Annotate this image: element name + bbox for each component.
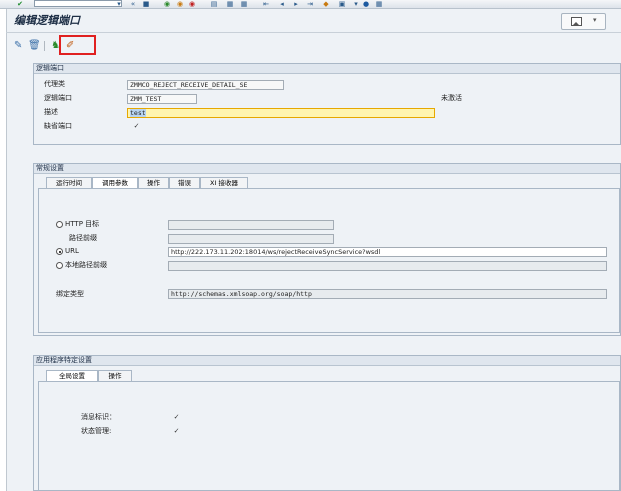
- status-text: 未激活: [441, 94, 462, 102]
- back-icon[interactable]: «: [129, 0, 137, 8]
- general-settings-group: 常规设置 运行时间 调用参数 操作 错误 XI 接收器 HTTP 目标 路径前缀…: [33, 163, 621, 336]
- print-icon[interactable]: ▤: [210, 0, 218, 8]
- exit-icon[interactable]: ◉: [176, 0, 184, 8]
- save-icon[interactable]: ■: [142, 0, 150, 8]
- description-label: 描述: [44, 108, 58, 116]
- path-prefix-label: 路径前缀: [69, 234, 97, 242]
- tab-call-params[interactable]: 调用参数: [92, 177, 138, 188]
- tab-xi-receiver[interactable]: XI 接收器: [200, 177, 248, 188]
- http-dest-label: HTTP 目标: [65, 220, 100, 228]
- shortcut-icon[interactable]: ▣: [338, 0, 346, 8]
- prev-page-icon[interactable]: ◂: [278, 0, 286, 8]
- settings-icon[interactable]: ▦: [375, 0, 383, 8]
- http-dest-radio[interactable]: [56, 221, 63, 228]
- tab-error[interactable]: 错误: [169, 177, 200, 188]
- new-session-icon[interactable]: ◆: [322, 0, 330, 8]
- command-field[interactable]: [34, 0, 122, 7]
- binding-type-field[interactable]: http://schemas.xmlsoap.org/soap/http: [168, 289, 607, 299]
- tab-operation[interactable]: 操作: [138, 177, 169, 188]
- chevron-down-icon[interactable]: ▾: [115, 0, 123, 8]
- tab-global[interactable]: 全局设置: [46, 370, 98, 381]
- system-toolbar: ✔ ▾ « ■ ◉ ◉ ◉ ▤ ▦ ▦ ⇤ ◂ ▸ ⇥ ◆ ▣ ▾ ● ▦: [0, 0, 621, 9]
- application-toolbar: ✎ 🗑 ♞ ✐: [6, 37, 621, 57]
- default-port-checkbox[interactable]: ✓: [133, 123, 140, 130]
- local-path-label: 本地路径前缀: [65, 261, 107, 269]
- find-next-icon[interactable]: ▦: [240, 0, 248, 8]
- url-field[interactable]: http://222.173.11.202:18014/ws/rejectRec…: [168, 247, 607, 257]
- layout-menu-icon[interactable]: ▾: [352, 0, 360, 8]
- logical-port-group: 逻辑端口 代理类 ZMMCO_REJECT_RECEIVE_DETAIL_SE …: [33, 63, 621, 145]
- proxy-class-field[interactable]: ZMMCO_REJECT_RECEIVE_DETAIL_SE: [127, 80, 284, 90]
- help-icon[interactable]: ●: [362, 0, 370, 8]
- group-header: 应用程序特定设置: [34, 356, 620, 366]
- message-id-label: 消息标识：: [81, 413, 116, 421]
- image-icon: [571, 17, 582, 26]
- check-icon[interactable]: ✔: [16, 0, 24, 8]
- delete-icon[interactable]: 🗑: [28, 40, 41, 52]
- chevron-down-icon: ▾: [593, 16, 597, 24]
- url-label: URL: [65, 247, 79, 255]
- logical-port-label: 逻辑端口: [44, 94, 72, 102]
- binding-type-label: 绑定类型: [56, 290, 84, 298]
- find-icon[interactable]: ▦: [226, 0, 234, 8]
- next-page-icon[interactable]: ▸: [292, 0, 300, 8]
- description-value: test: [130, 109, 146, 117]
- app-tabstrip: 全局设置 操作: [46, 370, 146, 381]
- global-settings-pane: 消息标识： ✓ 状态管理: ✓: [38, 381, 620, 491]
- app-specific-group: 应用程序特定设置 全局设置 操作 消息标识： ✓ 状态管理: ✓: [33, 355, 621, 491]
- path-prefix-field[interactable]: [168, 234, 334, 244]
- layout-button[interactable]: ▾: [561, 13, 606, 30]
- logical-port-field[interactable]: ZMM_TEST: [127, 94, 197, 104]
- group-header: 常规设置: [34, 164, 620, 174]
- tab-app-operation[interactable]: 操作: [98, 370, 132, 381]
- tab-runtime[interactable]: 运行时间: [46, 177, 92, 188]
- back-arrow-icon[interactable]: ◉: [163, 0, 171, 8]
- display-change-icon[interactable]: ✎: [14, 40, 22, 52]
- last-page-icon[interactable]: ⇥: [306, 0, 314, 8]
- first-page-icon[interactable]: ⇤: [262, 0, 270, 8]
- state-mgmt-label: 状态管理:: [81, 427, 112, 435]
- description-input[interactable]: test: [127, 108, 435, 118]
- proxy-class-label: 代理类: [44, 80, 65, 88]
- local-path-field[interactable]: [168, 261, 607, 271]
- cancel-icon[interactable]: ◉: [188, 0, 196, 8]
- call-params-pane: HTTP 目标 路径前缀 URL http://222.173.11.202:1…: [38, 188, 620, 333]
- message-id-checkbox[interactable]: ✓: [173, 414, 180, 421]
- default-port-label: 缺省端口: [44, 122, 72, 130]
- http-dest-field[interactable]: [168, 220, 334, 230]
- divider: [6, 32, 621, 33]
- url-radio[interactable]: [56, 248, 63, 255]
- state-mgmt-checkbox[interactable]: ✓: [173, 428, 180, 435]
- general-tabstrip: 运行时间 调用参数 操作 错误 XI 接收器: [46, 177, 286, 188]
- toolbar-separator: [44, 41, 45, 51]
- page-title: 编辑逻辑端口: [14, 14, 80, 27]
- group-header: 逻辑端口: [34, 64, 620, 74]
- highlight-box: [59, 35, 96, 55]
- local-path-radio[interactable]: [56, 262, 63, 269]
